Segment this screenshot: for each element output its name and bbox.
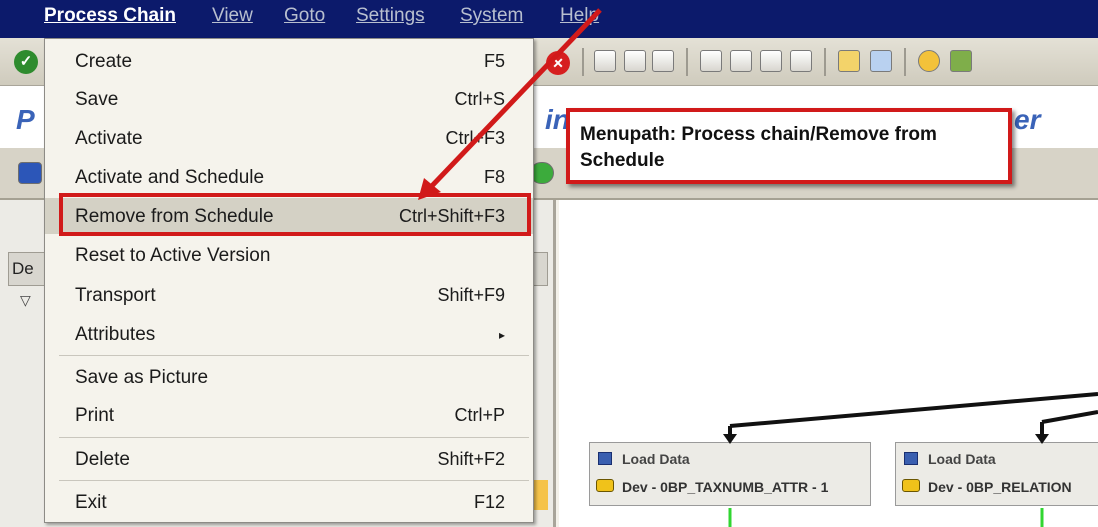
menu-item-shortcut: F5 bbox=[483, 51, 505, 71]
page-title-fragment-left: P bbox=[16, 104, 35, 135]
menu-item-create[interactable]: Create F5 bbox=[45, 43, 533, 79]
menu-item-shortcut: Ctrl+P bbox=[454, 405, 505, 425]
menu-item-shortcut: Shift+F9 bbox=[437, 285, 505, 305]
menu-item-reset-to-active-version[interactable]: Reset to Active Version bbox=[45, 237, 533, 273]
menu-item-shortcut: F8 bbox=[483, 167, 505, 187]
menu-help[interactable]: Help bbox=[560, 5, 599, 27]
variant-icon bbox=[596, 479, 614, 492]
back-arrow-icon[interactable] bbox=[18, 162, 42, 184]
menu-item-label: Delete bbox=[75, 449, 130, 470]
menu-item-activate[interactable]: Activate Ctrl+F3 bbox=[45, 120, 533, 156]
shortcut-icon[interactable] bbox=[870, 50, 892, 72]
menu-item-save-as-picture[interactable]: Save as Picture bbox=[45, 359, 533, 395]
menu-item-shortcut: Shift+F2 bbox=[437, 449, 505, 469]
menu-separator bbox=[59, 480, 529, 481]
first-page-icon[interactable] bbox=[700, 50, 722, 72]
expand-node-icon[interactable]: ▽ bbox=[20, 292, 31, 309]
cancel-icon[interactable]: ✕ bbox=[546, 51, 570, 75]
toolbar-separator bbox=[904, 48, 906, 76]
previous-page-icon[interactable] bbox=[730, 50, 752, 72]
last-page-icon[interactable] bbox=[790, 50, 812, 72]
menu-item-activate-and-schedule[interactable]: Activate and Schedule F8 bbox=[45, 159, 533, 195]
menu-item-label: Save as Picture bbox=[75, 367, 209, 388]
menu-settings[interactable]: Settings bbox=[356, 5, 425, 27]
find-icon[interactable] bbox=[624, 50, 646, 72]
menu-item-label: Activate and Schedule bbox=[75, 167, 265, 188]
menu-separator bbox=[59, 437, 529, 438]
menu-item-label: Activate bbox=[75, 128, 143, 149]
process-node-load-data-1[interactable]: Load Data Dev - 0BP_TAXNUMB_ATTR - 1 bbox=[589, 442, 871, 506]
menu-process-chain[interactable]: Process Chain bbox=[44, 5, 176, 27]
menu-item-shortcut: F12 bbox=[473, 492, 505, 512]
submenu-arrow-icon: ▸ bbox=[498, 328, 505, 342]
layout-menu-icon[interactable] bbox=[950, 50, 972, 72]
node-variant: Dev - 0BP_RELATION bbox=[928, 479, 1072, 495]
menu-item-transport[interactable]: Transport Shift+F9 bbox=[45, 277, 533, 313]
node-variant: Dev - 0BP_TAXNUMB_ATTR - 1 bbox=[622, 479, 829, 495]
next-page-icon[interactable] bbox=[760, 50, 782, 72]
menu-item-label: Attributes bbox=[75, 324, 156, 345]
menu-item-shortcut: Ctrl+F3 bbox=[445, 128, 505, 148]
help-icon[interactable] bbox=[918, 50, 940, 72]
enter-icon[interactable]: ✓ bbox=[14, 50, 38, 74]
process-chain-graph-pane[interactable]: Load Data Dev - 0BP_TAXNUMB_ATTR - 1 Loa… bbox=[559, 200, 1098, 527]
process-node-load-data-2[interactable]: Load Data Dev - 0BP_RELATION bbox=[895, 442, 1098, 506]
menu-bar: Process Chain View Goto Settings System … bbox=[0, 0, 1098, 38]
variant-icon bbox=[902, 479, 920, 492]
menu-view[interactable]: View bbox=[212, 5, 253, 27]
menu-item-exit[interactable]: Exit F12 bbox=[45, 484, 533, 520]
annotation-callout: Menupath: Process chain/Remove from Sche… bbox=[566, 108, 1012, 184]
menu-separator bbox=[59, 355, 529, 356]
node-title: Load Data bbox=[928, 451, 996, 467]
menu-goto[interactable]: Goto bbox=[284, 5, 325, 27]
callout-text: Menupath: Process chain/Remove from Sche… bbox=[580, 124, 937, 171]
page-title-fragment-right: er bbox=[1014, 104, 1041, 135]
create-session-icon[interactable] bbox=[838, 50, 860, 72]
load-data-icon bbox=[598, 452, 612, 465]
menu-item-delete[interactable]: Delete Shift+F2 bbox=[45, 441, 533, 477]
menu-item-label: Print bbox=[75, 405, 115, 426]
menu-item-shortcut: Ctrl+S bbox=[454, 89, 505, 109]
menu-item-label: Reset to Active Version bbox=[75, 245, 271, 266]
menu-item-save[interactable]: Save Ctrl+S bbox=[45, 81, 533, 117]
highlight-box bbox=[59, 193, 531, 236]
menu-item-print[interactable]: Print Ctrl+P bbox=[45, 397, 533, 433]
toolbar-separator bbox=[686, 48, 688, 76]
selected-row-marker bbox=[534, 480, 548, 510]
find-next-icon[interactable] bbox=[652, 50, 674, 72]
print-icon[interactable] bbox=[594, 50, 616, 72]
menu-item-label: Save bbox=[75, 89, 119, 110]
node-title: Load Data bbox=[622, 451, 690, 467]
toolbar-separator bbox=[824, 48, 826, 76]
load-data-icon bbox=[904, 452, 918, 465]
menu-system[interactable]: System bbox=[460, 5, 523, 27]
menu-item-attributes[interactable]: Attributes ▸ bbox=[45, 316, 533, 352]
menu-item-label: Exit bbox=[75, 492, 107, 513]
menu-item-label: Transport bbox=[75, 285, 156, 306]
column-header-label: De bbox=[12, 259, 34, 278]
toolbar-separator bbox=[582, 48, 584, 76]
process-chain-menu: Create F5 Save Ctrl+S Activate Ctrl+F3 A… bbox=[44, 38, 534, 523]
menu-item-label: Create bbox=[75, 51, 133, 72]
